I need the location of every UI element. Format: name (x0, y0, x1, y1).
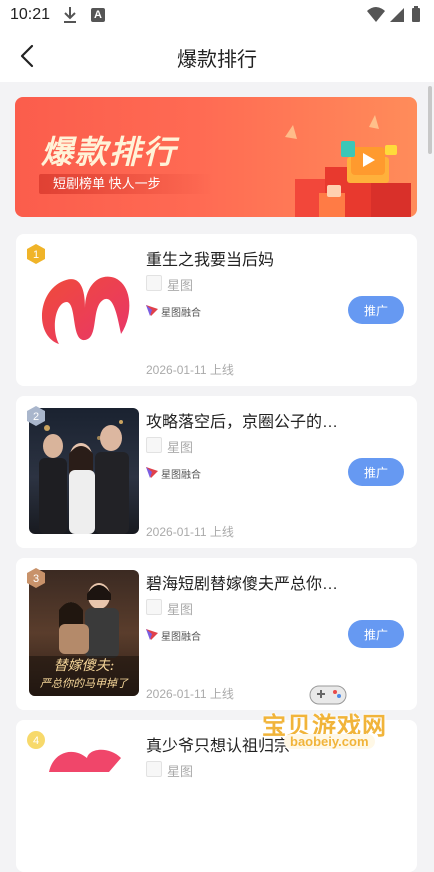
watermark-url: baobeiy.com (284, 734, 375, 749)
brand-label: 星图融合 (161, 470, 201, 481)
drama-title: 攻略落空后，京圈公子的… (146, 414, 339, 431)
platform-checkbox[interactable] (146, 275, 162, 291)
rank-4-badge-icon: 4 (27, 731, 45, 749)
banner-gift-illustration (285, 115, 411, 217)
status-time: 10:21 (10, 6, 51, 23)
rank-3-badge-icon: 3 (27, 568, 45, 588)
promote-button[interactable]: 推广 (348, 620, 404, 648)
svg-text:4: 4 (33, 735, 39, 747)
banner-title: 爆款排行 (41, 134, 178, 170)
svg-text:严总你的马甲掉了: 严总你的马甲掉了 (40, 677, 129, 690)
promote-button[interactable]: 推广 (348, 296, 404, 324)
gamepad-icon (309, 685, 347, 705)
battery-icon (412, 6, 420, 22)
release-date: 2026-01-11 上线 (146, 363, 234, 377)
signal-icon (390, 8, 404, 22)
ranking-card[interactable]: 1 重生之我要当后妈 星图 星图融合 推广 2026-01-11 上线 (16, 234, 417, 386)
platform-label: 星图 (167, 278, 194, 293)
rank-2-badge-icon: 2 (27, 406, 45, 426)
ranking-card[interactable]: 2 攻略落空后，京圈公子的… 星图 星图融合 推广 2026-01-11 上线 (16, 396, 417, 548)
nav-bar: 爆款排行 (0, 30, 434, 82)
banner-subtitle: 短剧榜单 快人一步 (39, 174, 213, 194)
platform-label: 星图 (167, 602, 194, 617)
xingtu-logo-icon (146, 467, 158, 478)
release-date: 2026-01-11 上线 (146, 687, 234, 701)
notification-a-icon: A (91, 8, 105, 22)
system-status-icons (367, 6, 420, 22)
platform-label: 星图 (167, 440, 194, 455)
promote-button[interactable]: 推广 (348, 458, 404, 486)
xingtu-logo-icon (146, 305, 158, 316)
drama-title: 碧海短剧替嫁傻夫严总你… (146, 576, 339, 593)
brand-label: 星图融合 (161, 308, 201, 319)
page-title: 爆款排行 (177, 49, 257, 71)
status-bar: 10:21 A (0, 0, 434, 30)
release-date: 2026-01-11 上线 (146, 525, 234, 539)
platform-checkbox[interactable] (146, 761, 162, 777)
platform-checkbox[interactable] (146, 437, 162, 453)
platform-checkbox[interactable] (146, 599, 162, 615)
drama-title: 重生之我要当后妈 (146, 252, 275, 269)
watermark-logo: 宝贝游戏网 baobeiy.com (262, 680, 412, 752)
svg-text:替嫁傻夫:: 替嫁傻夫: (54, 658, 115, 674)
hot-ranking-banner: 爆款排行 短剧榜单 快人一步 (15, 97, 417, 217)
scrollbar[interactable] (428, 86, 432, 154)
svg-text:3: 3 (33, 573, 39, 585)
download-icon (64, 7, 76, 23)
brand-label: 星图融合 (161, 632, 201, 643)
svg-text:1: 1 (33, 249, 39, 261)
rank-1-badge-icon: 1 (27, 244, 45, 264)
svg-text:2: 2 (33, 411, 39, 423)
wifi-icon (367, 7, 385, 22)
xingtu-logo-icon (146, 629, 158, 640)
